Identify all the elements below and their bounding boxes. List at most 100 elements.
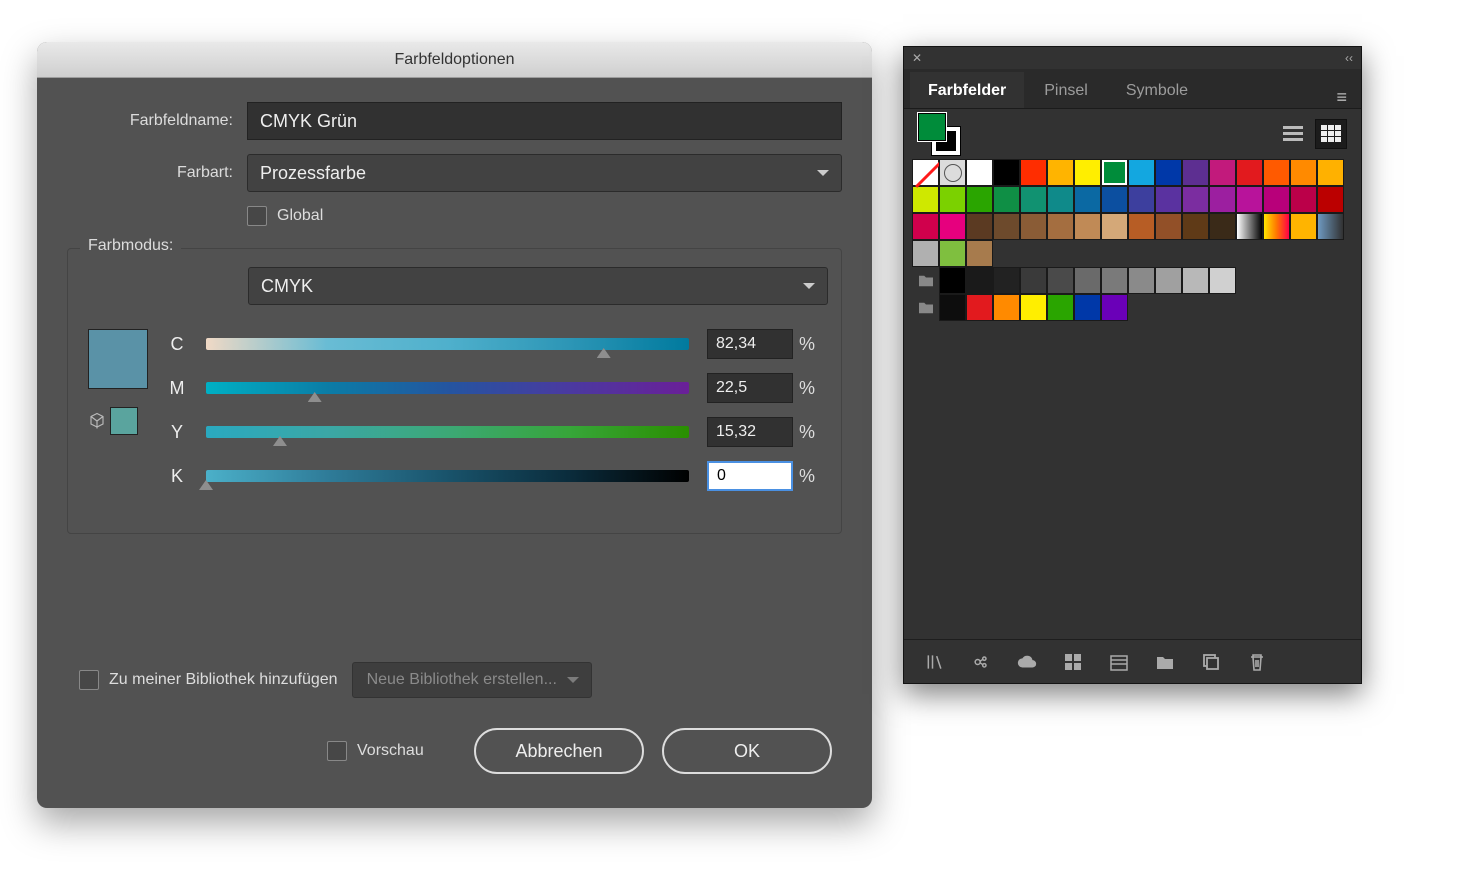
swatch[interactable] xyxy=(993,159,1020,186)
swatch[interactable] xyxy=(1290,186,1317,213)
slider-thumb[interactable] xyxy=(273,436,287,446)
swatch-library-icon[interactable] xyxy=(924,651,946,673)
swatch[interactable] xyxy=(1155,213,1182,240)
swatch[interactable] xyxy=(1236,213,1263,240)
swatch[interactable] xyxy=(1128,213,1155,240)
swatch[interactable] xyxy=(1128,186,1155,213)
new-swatch-icon[interactable] xyxy=(1200,651,1222,673)
cancel-button[interactable]: Abbrechen xyxy=(474,728,644,774)
swatch[interactable] xyxy=(912,213,939,240)
swatch[interactable] xyxy=(1236,159,1263,186)
y-value-input[interactable] xyxy=(707,417,793,447)
swatch[interactable] xyxy=(1263,186,1290,213)
c-slider[interactable] xyxy=(206,338,689,350)
swatch[interactable] xyxy=(1317,186,1344,213)
swatch[interactable] xyxy=(1290,159,1317,186)
swatch[interactable] xyxy=(1182,213,1209,240)
grid-view-button[interactable] xyxy=(1315,119,1347,149)
swatch[interactable] xyxy=(1101,186,1128,213)
swatch[interactable] xyxy=(1047,294,1074,321)
tab-swatches[interactable]: Farbfelder xyxy=(910,72,1024,108)
swatch[interactable] xyxy=(1047,186,1074,213)
global-checkbox[interactable]: Global xyxy=(247,206,323,226)
trash-icon[interactable] xyxy=(1246,651,1268,673)
swatch[interactable] xyxy=(1317,213,1344,240)
preview-checkbox[interactable]: Vorschau xyxy=(327,741,424,761)
show-kinds-icon[interactable] xyxy=(1062,651,1084,673)
k-value-input[interactable] xyxy=(707,461,793,491)
swatch[interactable] xyxy=(1209,159,1236,186)
tab-brushes[interactable]: Pinsel xyxy=(1026,72,1106,108)
swatch[interactable] xyxy=(1128,267,1155,294)
fill-stroke-indicator[interactable] xyxy=(918,113,960,155)
swatch[interactable] xyxy=(939,240,966,267)
swatch[interactable] xyxy=(966,186,993,213)
swatch[interactable] xyxy=(1074,267,1101,294)
m-slider[interactable] xyxy=(206,382,689,394)
swatch[interactable] xyxy=(912,186,939,213)
c-value-input[interactable] xyxy=(707,329,793,359)
swatch[interactable] xyxy=(1047,213,1074,240)
swatch[interactable] xyxy=(1074,186,1101,213)
swatch[interactable] xyxy=(1263,159,1290,186)
swatch[interactable] xyxy=(1209,267,1236,294)
swatch[interactable] xyxy=(993,213,1020,240)
swatch[interactable] xyxy=(912,240,939,267)
swatch[interactable] xyxy=(1155,267,1182,294)
ok-button[interactable]: OK xyxy=(662,728,832,774)
close-icon[interactable]: ✕ xyxy=(912,51,922,65)
panel-menu-icon[interactable]: ≡ xyxy=(1328,87,1355,108)
swatch[interactable] xyxy=(1074,213,1101,240)
swatch[interactable] xyxy=(1020,159,1047,186)
swatch[interactable] xyxy=(1101,213,1128,240)
swatch[interactable] xyxy=(1101,294,1128,321)
swatch[interactable] xyxy=(939,294,966,321)
swatch[interactable] xyxy=(1317,159,1344,186)
swatch-name-input[interactable] xyxy=(247,102,842,140)
swatch[interactable] xyxy=(993,294,1020,321)
cloud-icon[interactable] xyxy=(1016,651,1038,673)
swatch[interactable] xyxy=(1155,186,1182,213)
swatch[interactable] xyxy=(993,186,1020,213)
k-slider[interactable] xyxy=(206,470,689,482)
swatch[interactable] xyxy=(1047,159,1074,186)
folder-icon[interactable] xyxy=(912,267,939,294)
swatch[interactable] xyxy=(1182,267,1209,294)
swatch[interactable] xyxy=(1101,267,1128,294)
swatch[interactable] xyxy=(939,159,966,186)
new-group-icon[interactable] xyxy=(1154,651,1176,673)
swatch[interactable] xyxy=(966,240,993,267)
swatch[interactable] xyxy=(1209,213,1236,240)
swatch[interactable] xyxy=(1074,159,1101,186)
slider-thumb[interactable] xyxy=(199,480,213,490)
swatch[interactable] xyxy=(1101,159,1128,186)
swatch[interactable] xyxy=(1155,159,1182,186)
swatch[interactable] xyxy=(1020,213,1047,240)
swatch[interactable] xyxy=(1290,213,1317,240)
fill-swatch[interactable] xyxy=(918,113,946,141)
color-type-select[interactable]: Prozessfarbe xyxy=(247,154,842,192)
swatch-options-icon[interactable] xyxy=(970,651,992,673)
swatch[interactable] xyxy=(1236,186,1263,213)
folder-icon[interactable] xyxy=(912,294,939,321)
list-view-button[interactable] xyxy=(1277,119,1309,149)
tab-symbols[interactable]: Symbole xyxy=(1108,72,1206,108)
slider-thumb[interactable] xyxy=(308,392,322,402)
swatch[interactable] xyxy=(1020,186,1047,213)
m-value-input[interactable] xyxy=(707,373,793,403)
swatch[interactable] xyxy=(1182,159,1209,186)
swatch[interactable] xyxy=(1182,186,1209,213)
swatch[interactable] xyxy=(966,159,993,186)
swatch[interactable] xyxy=(1074,294,1101,321)
swatch[interactable] xyxy=(966,267,993,294)
library-select[interactable]: Neue Bibliothek erstellen... xyxy=(352,662,592,698)
swatch[interactable] xyxy=(1020,294,1047,321)
swatch[interactable] xyxy=(912,159,939,186)
swatch[interactable] xyxy=(1020,267,1047,294)
swatch[interactable] xyxy=(993,267,1020,294)
slider-thumb[interactable] xyxy=(597,348,611,358)
swatch[interactable] xyxy=(1209,186,1236,213)
color-group-icon[interactable] xyxy=(1108,651,1130,673)
swatch[interactable] xyxy=(939,267,966,294)
swatch[interactable] xyxy=(966,294,993,321)
